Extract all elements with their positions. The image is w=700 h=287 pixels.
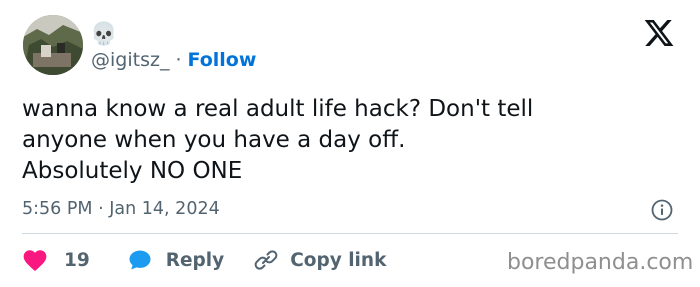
avatar[interactable] xyxy=(23,15,83,75)
divider xyxy=(22,233,678,234)
reply-label: Reply xyxy=(165,249,225,271)
tweet-card: 💀 @igitsz_ · Follow wanna know a real ad… xyxy=(0,0,700,287)
meta-separator: · xyxy=(98,199,104,219)
tweet-line: Absolutely NO ONE xyxy=(22,158,243,184)
tweet-line: wanna know a real adult life hack? Don't… xyxy=(22,96,534,122)
tweet-date: Jan 14, 2024 xyxy=(109,199,220,219)
avatar-photo xyxy=(23,15,83,75)
tweet-line: anyone when you have a day off. xyxy=(22,127,406,153)
heart-icon xyxy=(23,250,47,272)
info-icon[interactable] xyxy=(651,199,673,221)
handle-row: @igitsz_ · Follow xyxy=(91,48,256,72)
reply-button[interactable]: Reply xyxy=(128,248,224,272)
user-handle[interactable]: @igitsz_ xyxy=(91,48,169,72)
x-logo-icon[interactable] xyxy=(643,17,675,49)
action-bar: 19 Reply Copy link xyxy=(22,246,386,274)
timestamp[interactable]: 5:56 PM · Jan 14, 2024 xyxy=(22,198,220,220)
like-button[interactable]: 19 xyxy=(22,248,90,272)
tweet-time: 5:56 PM xyxy=(22,199,93,219)
link-icon xyxy=(254,250,278,270)
tweet-text: wanna know a real adult life hack? Don't… xyxy=(22,94,682,187)
copy-link-button[interactable]: Copy link xyxy=(254,248,386,272)
follow-button[interactable]: Follow xyxy=(188,48,257,72)
source-watermark: boredpanda.com xyxy=(507,250,694,275)
display-name[interactable]: 💀 xyxy=(90,22,117,48)
separator: · xyxy=(175,49,182,71)
copy-link-label: Copy link xyxy=(290,249,387,271)
speech-bubble-icon xyxy=(129,250,151,270)
like-count: 19 xyxy=(64,249,90,271)
